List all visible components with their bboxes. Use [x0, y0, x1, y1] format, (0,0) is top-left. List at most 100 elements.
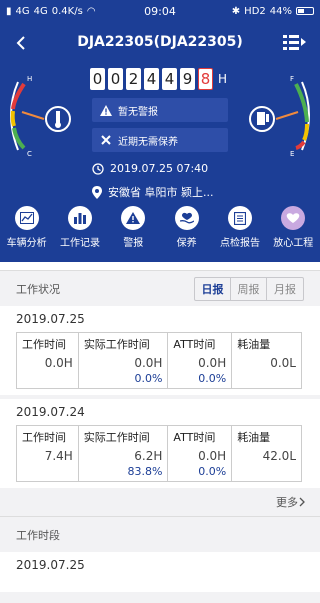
odometer-decimal-digit: 8: [198, 68, 213, 90]
status-right: ✱ HD2 44%: [232, 6, 314, 17]
stat-percent: 0.0%: [198, 372, 227, 385]
more-link[interactable]: 更多: [0, 488, 320, 516]
vehicle-header: DJA22305(DJA22305) H C F E 0 0 2 4 4 9 8…: [0, 22, 320, 262]
alarm-text: 暂无警报: [118, 106, 158, 118]
fuel-full-label: F: [290, 75, 294, 83]
func-maintenance[interactable]: 保养: [160, 206, 213, 256]
work-status-header: 工作状况 日报 周报 月报: [0, 270, 320, 306]
report-icon: [227, 206, 252, 230]
hour-meter: 0 0 2 4 4 9 8 H: [90, 68, 227, 90]
clock-icon: [92, 162, 104, 175]
stat-value: 7.4H: [44, 449, 73, 463]
stat-value: 0.0H: [198, 356, 227, 370]
network-label-2: 4G: [33, 5, 48, 17]
stat-value: 0.0H: [198, 449, 227, 463]
warning-icon: [121, 206, 146, 230]
maintenance-status-box[interactable]: 近期无需保养: [92, 128, 228, 152]
status-left: ▮ 4G 4G 0.4K/s ◠: [6, 6, 232, 17]
stat-percent: 83.8%: [127, 465, 163, 478]
heart-icon: [281, 206, 306, 230]
wifi-icon: ◠: [86, 5, 96, 17]
stat-label: ATT时间: [173, 431, 216, 444]
stat-label: 实际工作时间: [83, 338, 150, 351]
tab-monthly[interactable]: 月报: [267, 278, 303, 300]
fuel-gauge: F E: [240, 64, 320, 164]
day-card: 2019.07.24 工作时间 7.4H 实际工作时间 6.2H 83.8% ATT时…: [0, 399, 320, 488]
alarm-status-box[interactable]: 暂无警报: [92, 98, 228, 122]
temp-high-label: H: [27, 75, 32, 83]
func-label: 保养: [176, 238, 197, 249]
battery-icon: [296, 7, 314, 15]
fuel-empty-label: E: [290, 150, 294, 158]
func-label: 车辆分析: [6, 238, 47, 249]
section-title: 工作状况: [16, 282, 60, 296]
stat-label: ATT时间: [173, 338, 216, 351]
func-label: 放心工程: [273, 238, 314, 249]
stat-value: 0.0L: [270, 356, 296, 370]
menu-button[interactable]: [282, 32, 306, 54]
odometer-digit: 4: [162, 68, 177, 90]
day-card: 2019.07.25 工作时间 0.0H 实际工作时间 0.0H 0.0% ATT时间…: [0, 306, 320, 395]
func-work-record[interactable]: 工作记录: [53, 206, 106, 256]
odometer-digit: 0: [90, 68, 105, 90]
stat-cell: 实际工作时间 6.2H 83.8%: [77, 425, 169, 482]
day-date: 2019.07.24: [16, 405, 85, 419]
func-assurance-project[interactable]: 放心工程: [267, 206, 320, 256]
temperature-gauge: H C: [0, 64, 80, 164]
stat-percent: 0.0%: [198, 465, 227, 478]
temp-low-label: C: [27, 150, 32, 158]
status-bar: ▮ 4G 4G 0.4K/s ◠ 09:04 ✱ HD2 44%: [0, 0, 320, 22]
func-inspection-report[interactable]: 点检报告: [213, 206, 266, 256]
back-arrow-icon: [16, 36, 25, 50]
day-stats-table: 工作时间 7.4H 实际工作时间 6.2H 83.8% ATT时间 0.0H 0.0% 耗…: [16, 425, 302, 482]
work-period-date: 2019.07.25: [16, 558, 85, 572]
back-button[interactable]: [10, 32, 32, 54]
stat-cell: 耗油量 42.0L: [231, 425, 302, 482]
stat-cell: 耗油量 0.0L: [231, 332, 302, 389]
day-stats-table: 工作时间 0.0H 实际工作时间 0.0H 0.0% ATT时间 0.0H 0.0% 耗油…: [16, 332, 302, 389]
warning-icon: [100, 104, 112, 116]
odometer-digit: 9: [180, 68, 195, 90]
stat-cell: 工作时间 7.4H: [16, 425, 79, 482]
chevron-right-icon: [299, 497, 305, 507]
stat-value: 0.0H: [134, 356, 163, 370]
tab-daily[interactable]: 日报: [195, 277, 231, 300]
odometer-unit: H: [218, 72, 228, 86]
net-speed: 0.4K/s: [51, 5, 83, 17]
bar-chart-icon: [67, 206, 92, 230]
stat-cell: 实际工作时间 0.0H 0.0%: [77, 332, 169, 389]
main-content: 工作状况 日报 周报 月报 2019.07.25 工作时间 0.0H 实际工作时间…: [0, 262, 320, 603]
day-date: 2019.07.25: [16, 312, 85, 326]
func-vehicle-analysis[interactable]: 车辆分析: [0, 206, 53, 256]
chart-icon: [14, 206, 39, 230]
maintenance-text: 近期无需保养: [118, 136, 178, 148]
odometer-digit: 0: [108, 68, 123, 90]
stat-label: 实际工作时间: [83, 431, 150, 444]
odometer-digit: 4: [144, 68, 159, 90]
work-period-card: 2019.07.25: [0, 552, 320, 592]
func-label: 工作记录: [59, 238, 100, 249]
location-pin-icon: [92, 185, 102, 199]
func-alarm[interactable]: 警报: [107, 206, 160, 256]
stat-label: 耗油量: [237, 338, 271, 351]
network-label-1: 4G: [15, 5, 30, 17]
location-row[interactable]: 安徽省 阜阳市 颍上...: [92, 184, 213, 200]
stat-cell: 工作时间 0.0H: [16, 332, 79, 389]
stat-value: 0.0H: [44, 356, 73, 370]
function-nav: 车辆分析 工作记录 警报 保养 点检报告 放心工程: [0, 206, 320, 256]
stat-cell: ATT时间 0.0H 0.0%: [167, 425, 233, 482]
battery-percent: 44%: [269, 5, 292, 17]
bluetooth-icon: ✱: [231, 5, 241, 17]
report-period-tabs: 日报 周报 月报: [194, 276, 304, 301]
stat-value: 42.0L: [262, 449, 296, 463]
section-title: 工作时段: [16, 528, 60, 542]
page-title: DJA22305(DJA22305): [77, 34, 243, 50]
stat-value: 6.2H: [134, 449, 163, 463]
update-datetime: 2019.07.25 07:40: [110, 162, 209, 175]
spacer: [0, 262, 320, 270]
update-time-row: 2019.07.25 07:40: [92, 162, 208, 175]
stat-label: 工作时间: [22, 431, 66, 444]
stat-percent: 0.0%: [134, 372, 163, 385]
wrench-icon: [101, 135, 111, 145]
tab-weekly[interactable]: 周报: [231, 277, 267, 300]
